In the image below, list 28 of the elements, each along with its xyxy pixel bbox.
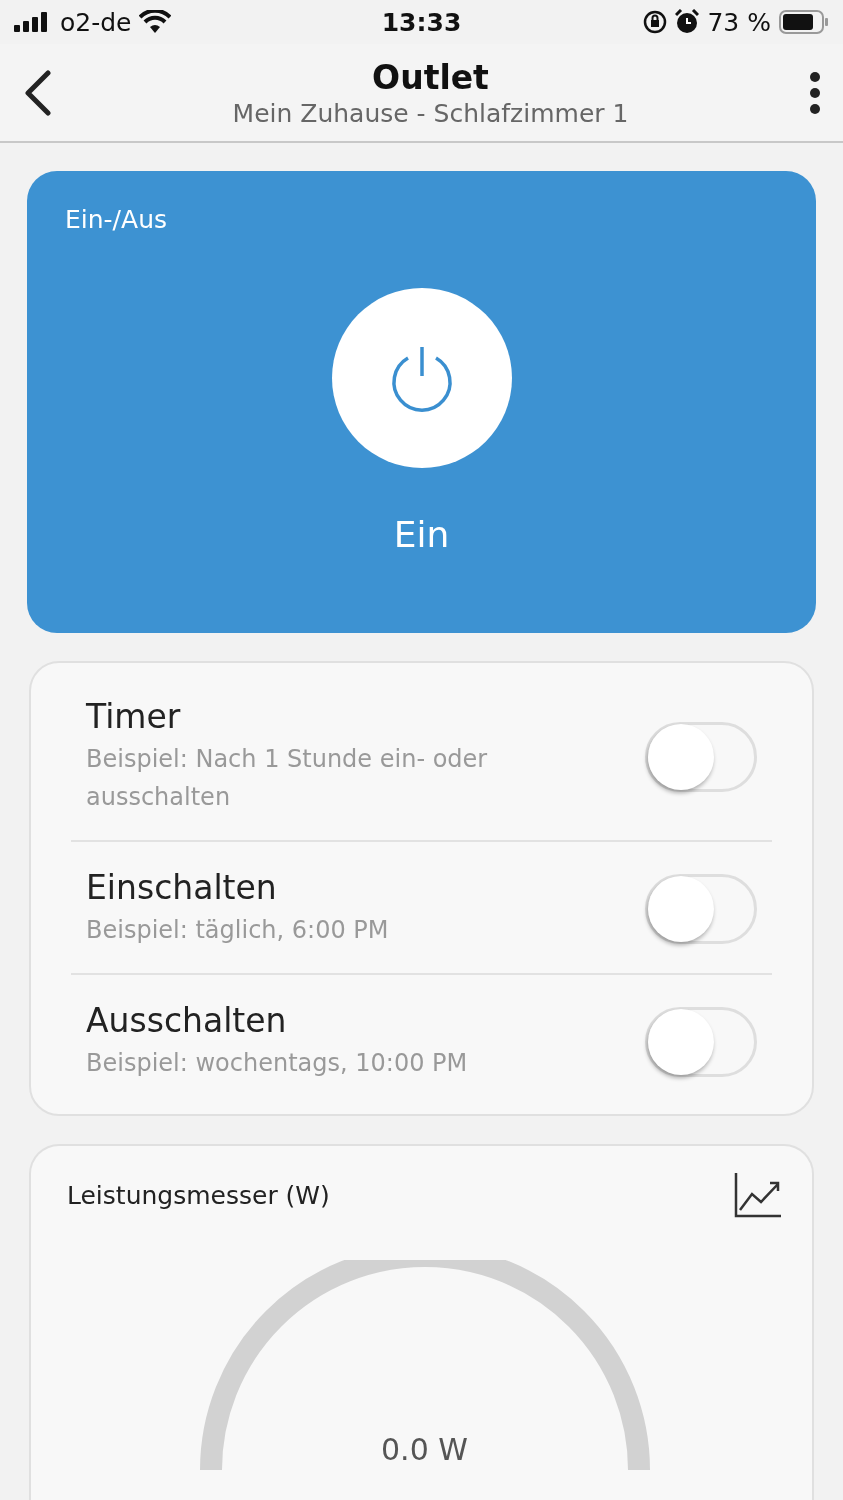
power-state: Ein <box>393 514 450 555</box>
more-button[interactable] <box>809 70 821 115</box>
chart-button[interactable] <box>734 1172 782 1218</box>
wifi-icon <box>139 10 172 34</box>
carrier-name: o2-de <box>60 7 132 37</box>
battery-percent: 73 % <box>707 7 771 37</box>
schedule-description: Beispiel: wochentags, 10:00 PM <box>86 1048 468 1079</box>
page-title: Outlet <box>372 57 489 97</box>
battery-icon <box>779 10 829 34</box>
status-time: 13:33 <box>381 7 462 37</box>
schedule-title: Einschalten <box>86 868 278 907</box>
toggle-switch[interactable] <box>645 721 757 792</box>
meter-title: Leistungsmesser (W) <box>67 1180 330 1210</box>
back-button[interactable] <box>22 69 52 116</box>
rotation-lock-icon <box>643 10 668 34</box>
schedule-description: Beispiel: täglich, 6:00 PM <box>86 915 389 946</box>
alarm-icon <box>675 9 700 35</box>
back-icon <box>22 69 52 116</box>
schedule-description: Beispiel: Nach 1 Stunde ein- oder ausschalten <box>86 744 489 813</box>
schedule-title: Timer <box>86 697 182 736</box>
toggle-switch[interactable] <box>645 1006 757 1077</box>
card-label: Ein-/Aus <box>65 205 167 234</box>
more-icon <box>809 70 821 115</box>
line-chart-icon <box>734 1172 782 1218</box>
power-reading: 0.0 W <box>381 1432 468 1467</box>
schedule-title: Ausschalten <box>86 1001 288 1040</box>
toggle-switch[interactable] <box>645 873 757 944</box>
page-subtitle: Mein Zuhause - Schlafzimmer 1 <box>232 98 629 128</box>
